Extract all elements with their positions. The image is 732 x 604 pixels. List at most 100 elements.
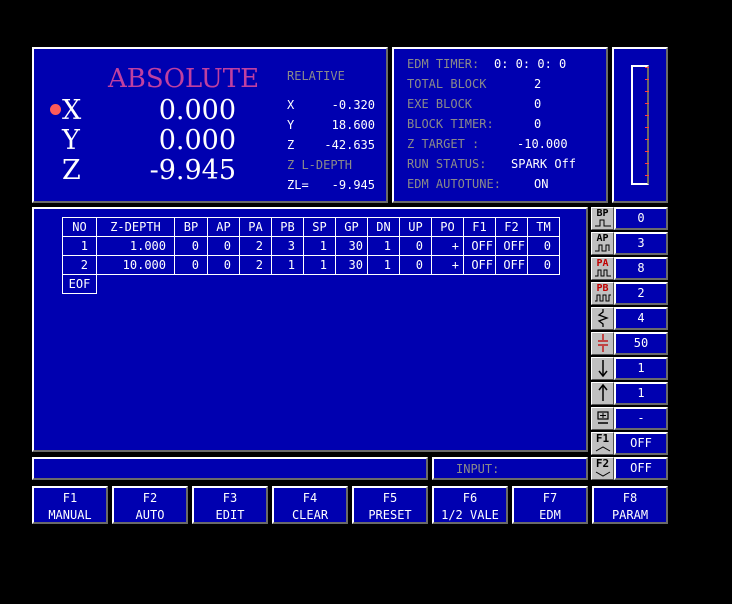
table-cell: 2 — [239, 236, 272, 256]
fkey-label: 1/2 VALE — [441, 508, 499, 522]
program-table: NO Z-DEPTH BP AP PA PB SP GP DN UP PO F1… — [62, 217, 560, 294]
rel-x-label: X — [287, 98, 295, 112]
bp-value[interactable]: 0 — [614, 207, 668, 230]
up-arrow-icon[interactable] — [591, 382, 614, 405]
ap-value[interactable]: 3 — [614, 232, 668, 255]
down-value[interactable]: 1 — [614, 357, 668, 380]
f2-output-icon[interactable]: F2 — [591, 457, 614, 480]
abs-y-value: 0.000 — [158, 125, 236, 156]
fkey-label: CLEAR — [291, 508, 329, 522]
fkey-number: F7 — [542, 491, 558, 505]
bp-pulse-icon[interactable]: BP — [591, 207, 614, 230]
exe-block-value: 0 — [534, 97, 542, 111]
absolute-title: ABSOLUTE — [108, 64, 260, 94]
col-header: F2 — [495, 217, 528, 237]
rel-z-value: -42.635 — [324, 138, 375, 152]
col-header: UP — [399, 217, 432, 237]
table-row[interactable]: 1 1.000 0 0 2 3 1 30 1 0 + OFF OFF 0 — [62, 236, 560, 256]
f2-value[interactable]: OFF — [614, 457, 668, 480]
f7-edm-button[interactable]: F7 EDM — [512, 486, 588, 524]
table-cell: 0 — [399, 236, 432, 256]
table-cell: 0 — [174, 255, 208, 275]
col-header: DN — [367, 217, 400, 237]
fkey-label: EDM — [539, 508, 561, 522]
servo-value[interactable]: 4 — [614, 307, 668, 330]
run-status-value: SPARK Off — [511, 157, 577, 171]
active-axis-marker — [50, 104, 61, 115]
table-cell: 0 — [174, 236, 208, 256]
table-cell: + — [431, 236, 464, 256]
table-row[interactable]: 2 10.000 0 0 2 1 1 30 1 0 + OFF OFF 0 — [62, 255, 560, 275]
edm-timer-label: EDM TIMER: — [407, 57, 480, 71]
table-cell: OFF — [463, 255, 496, 275]
fkey-label: AUTO — [135, 508, 165, 522]
pb-pulse-icon[interactable]: PB — [591, 282, 614, 305]
ap-pulse-icon[interactable]: AP — [591, 232, 614, 255]
total-block-label: TOTAL BLOCK — [407, 77, 487, 91]
table-cell: 10.000 — [96, 255, 175, 275]
polarity-icon[interactable] — [591, 407, 614, 430]
fkey-number: F4 — [302, 491, 318, 505]
relative-title: RELATIVE — [287, 69, 345, 83]
fkey-label: EDIT — [215, 508, 245, 522]
f3-edit-button[interactable]: F3 EDIT — [192, 486, 268, 524]
f6-half-value-button[interactable]: F6 1/2 VALE — [432, 486, 508, 524]
table-cell: OFF — [495, 255, 528, 275]
table-cell: 30 — [335, 236, 368, 256]
input-field[interactable]: INPUT: — [432, 457, 588, 480]
table-cell: 2 — [239, 255, 272, 275]
rel-z-label: Z — [287, 138, 295, 152]
col-header: AP — [207, 217, 240, 237]
gap-value[interactable]: 50 — [614, 332, 668, 355]
f1-value[interactable]: OFF — [614, 432, 668, 455]
z-target-value: -10.000 — [517, 137, 568, 151]
pa-pulse-icon[interactable]: PA — [591, 257, 614, 280]
zl-value: -9.945 — [331, 178, 375, 192]
fkey-number: F3 — [222, 491, 238, 505]
f2-auto-button[interactable]: F2 AUTO — [112, 486, 188, 524]
f1-manual-button[interactable]: F1 MANUAL — [32, 486, 108, 524]
fkey-label: PRESET — [368, 508, 412, 522]
up-value[interactable]: 1 — [614, 382, 668, 405]
edm-autotune-value: ON — [534, 177, 549, 191]
fkey-number: F1 — [62, 491, 78, 505]
rel-x-value: -0.320 — [331, 98, 375, 112]
exe-block-label: EXE BLOCK — [407, 97, 473, 111]
servo-zigzag-icon[interactable] — [591, 307, 614, 330]
table-cell: 0 — [527, 255, 560, 275]
f4-clear-button[interactable]: F4 CLEAR — [272, 486, 348, 524]
eof-row: EOF — [62, 274, 560, 294]
abs-z-value: -9.945 — [149, 155, 236, 186]
gauge-panel — [612, 47, 668, 203]
program-table-panel: NO Z-DEPTH BP AP PA PB SP GP DN UP PO F1… — [32, 207, 588, 452]
col-header: PB — [271, 217, 304, 237]
down-arrow-icon[interactable] — [591, 357, 614, 380]
col-header: SP — [303, 217, 336, 237]
table-cell: OFF — [463, 236, 496, 256]
f5-preset-button[interactable]: F5 PRESET — [352, 486, 428, 524]
abs-y-label: Y — [62, 125, 80, 156]
edm-timer-value: 0: 0: 0: 0 — [494, 57, 567, 71]
col-header: BP — [174, 217, 208, 237]
table-cell: 0 — [207, 236, 240, 256]
table-header-row: NO Z-DEPTH BP AP PA PB SP GP DN UP PO F1… — [62, 217, 560, 237]
table-cell: 1 — [62, 236, 97, 256]
gap-icon[interactable] — [591, 332, 614, 355]
z-target-label: Z TARGET : — [407, 137, 480, 151]
rel-y-value: 18.600 — [331, 118, 375, 132]
block-timer-value: 0 — [534, 117, 542, 131]
f1-output-icon[interactable]: F1 — [591, 432, 614, 455]
eof-marker: EOF — [62, 274, 97, 294]
pb-value[interactable]: 2 — [614, 282, 668, 305]
table-cell: 1 — [303, 236, 336, 256]
f8-param-button[interactable]: F8 PARAM — [592, 486, 668, 524]
rel-y-label: Y — [287, 118, 295, 132]
col-header: GP — [335, 217, 368, 237]
polarity-value[interactable]: - — [614, 407, 668, 430]
col-header: Z-DEPTH — [96, 217, 175, 237]
col-header: NO — [62, 217, 97, 237]
coordinate-panel: ABSOLUTE X 0.000 Y 0.000 Z -9.945 RELATI… — [32, 47, 388, 203]
pa-value[interactable]: 8 — [614, 257, 668, 280]
col-header: PO — [431, 217, 464, 237]
col-header: TM — [527, 217, 560, 237]
